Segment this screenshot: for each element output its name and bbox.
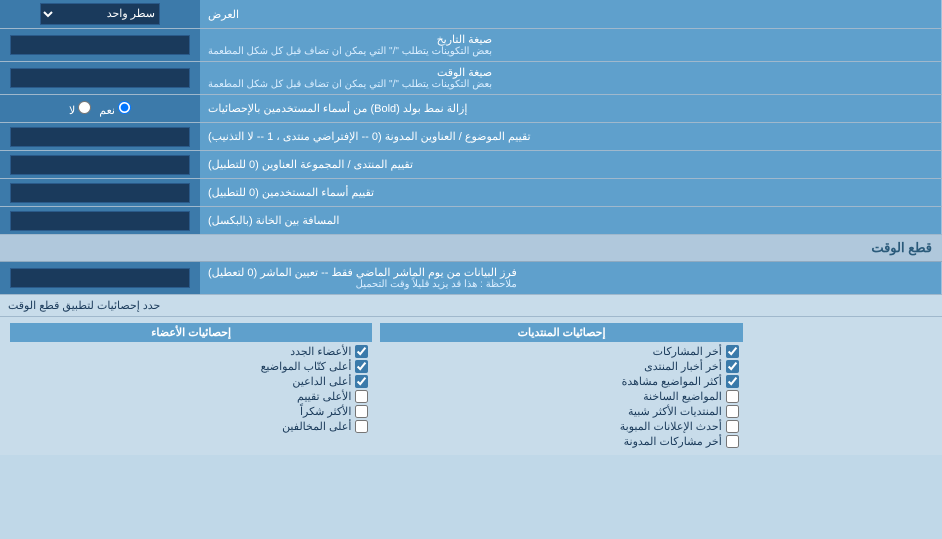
date-format-row: صيغة التاريخ بعض التكوينات يتطلب "/" الت… <box>0 29 942 62</box>
forum-stat-5: المنتديات الأكثر شبية <box>380 404 742 419</box>
forum-order-input-cell: 33 <box>0 151 200 178</box>
display-mode-select[interactable]: سطر واحد سطرين ثلاثة أسطر <box>40 3 160 25</box>
member-stat-4: الأعلى تقييم <box>10 389 372 404</box>
forum-stat-2-check[interactable] <box>726 360 739 373</box>
time-cut-label: فرز البيانات من يوم الماشر الماضي فقط --… <box>200 262 942 294</box>
users-order-input-cell: 0 <box>0 179 200 206</box>
date-format-input[interactable]: d-m <box>10 35 190 55</box>
topics-order-input-cell: 33 <box>0 123 200 150</box>
time-format-input[interactable]: H:i <box>10 68 190 88</box>
display-mode-row: العرض سطر واحد سطرين ثلاثة أسطر <box>0 0 942 29</box>
members-stats-title: إحصائيات الأعضاء <box>10 323 372 342</box>
member-stat-6-check[interactable] <box>355 420 368 433</box>
users-order-row: تقييم أسماء المستخدمين (0 للتطبيل) 0 <box>0 179 942 207</box>
time-cut-header: قطع الوقت <box>0 235 942 262</box>
forum-stat-7-check[interactable] <box>726 435 739 448</box>
bold-no-label: لا <box>69 101 91 117</box>
forum-order-row: تقييم المنتدى / المجموعة العناوين (0 للت… <box>0 151 942 179</box>
bold-remove-options: نعم لا <box>0 95 200 122</box>
member-stat-6: أعلى المخالفين <box>10 419 372 434</box>
member-stat-1-check[interactable] <box>355 345 368 358</box>
forum-stat-4: المواضيع الساخنة <box>380 389 742 404</box>
time-cut-input-cell: 0 <box>0 262 200 294</box>
member-stat-4-check[interactable] <box>355 390 368 403</box>
forum-stat-1-check[interactable] <box>726 345 739 358</box>
forum-stat-1: أخر المشاركات <box>380 344 742 359</box>
forums-stats-col: إحصائيات المنتديات أخر المشاركات أخر أخب… <box>376 323 746 449</box>
stats-limit-label: حدد إحصائيات لتطبيق قطع الوقت <box>8 299 160 312</box>
member-stat-3: أعلى الداعين <box>10 374 372 389</box>
display-mode-input-cell: سطر واحد سطرين ثلاثة أسطر <box>0 0 200 28</box>
bold-no-radio[interactable] <box>78 101 91 114</box>
member-stat-5: الأكثر شكراً <box>10 404 372 419</box>
bold-yes-radio[interactable] <box>118 101 131 114</box>
bold-remove-row: إزالة نمط بولد (Bold) من أسماء المستخدمي… <box>0 95 942 123</box>
stats-limit-row: حدد إحصائيات لتطبيق قطع الوقت <box>0 295 942 317</box>
forum-stat-5-check[interactable] <box>726 405 739 418</box>
time-format-row: صيغة الوقت بعض التكوينات يتطلب "/" التي … <box>0 62 942 95</box>
topics-order-input[interactable]: 33 <box>10 127 190 147</box>
member-stat-2-check[interactable] <box>355 360 368 373</box>
time-cut-row: فرز البيانات من يوم الماشر الماضي فقط --… <box>0 262 942 295</box>
column-space-input-cell: 2 <box>0 207 200 234</box>
column-space-input[interactable]: 2 <box>10 211 190 231</box>
main-container: العرض سطر واحد سطرين ثلاثة أسطر صيغة الت… <box>0 0 942 455</box>
users-order-input[interactable]: 0 <box>10 183 190 203</box>
time-format-label: صيغة الوقت بعض التكوينات يتطلب "/" التي … <box>200 62 942 94</box>
display-mode-label: العرض <box>200 0 942 28</box>
forum-stat-3: أكثر المواضيع مشاهدة <box>380 374 742 389</box>
date-format-input-cell: d-m <box>0 29 200 61</box>
empty-col <box>747 323 936 449</box>
bottom-section: إحصائيات المنتديات أخر المشاركات أخر أخب… <box>0 317 942 455</box>
time-cut-input[interactable]: 0 <box>10 268 190 288</box>
forums-stats-title: إحصائيات المنتديات <box>380 323 742 342</box>
member-stat-3-check[interactable] <box>355 375 368 388</box>
members-stats-col: إحصائيات الأعضاء الأعضاء الجدد أعلى كتّا… <box>6 323 376 449</box>
users-order-label: تقييم أسماء المستخدمين (0 للتطبيل) <box>200 179 942 206</box>
bold-yes-label: نعم <box>99 101 131 117</box>
forum-stat-4-check[interactable] <box>726 390 739 403</box>
topics-order-row: تقييم الموضوع / العناوين المدونة (0 -- ا… <box>0 123 942 151</box>
forum-order-label: تقييم المنتدى / المجموعة العناوين (0 للت… <box>200 151 942 178</box>
bold-remove-label: إزالة نمط بولد (Bold) من أسماء المستخدمي… <box>200 95 942 122</box>
forum-stat-2: أخر أخبار المنتدى <box>380 359 742 374</box>
forum-stat-6: أحدث الإعلانات المبوبة <box>380 419 742 434</box>
date-format-label: صيغة التاريخ بعض التكوينات يتطلب "/" الت… <box>200 29 942 61</box>
column-space-row: المسافة بين الخانة (بالبكسل) 2 <box>0 207 942 235</box>
time-format-input-cell: H:i <box>0 62 200 94</box>
column-space-label: المسافة بين الخانة (بالبكسل) <box>200 207 942 234</box>
topics-order-label: تقييم الموضوع / العناوين المدونة (0 -- ا… <box>200 123 942 150</box>
member-stat-1: الأعضاء الجدد <box>10 344 372 359</box>
bottom-columns: إحصائيات المنتديات أخر المشاركات أخر أخب… <box>6 323 936 449</box>
forum-order-input[interactable]: 33 <box>10 155 190 175</box>
forum-stat-3-check[interactable] <box>726 375 739 388</box>
member-stat-5-check[interactable] <box>355 405 368 418</box>
forum-stat-7: أخر مشاركات المدونة <box>380 434 742 449</box>
member-stat-2: أعلى كتّاب المواضيع <box>10 359 372 374</box>
forum-stat-6-check[interactable] <box>726 420 739 433</box>
